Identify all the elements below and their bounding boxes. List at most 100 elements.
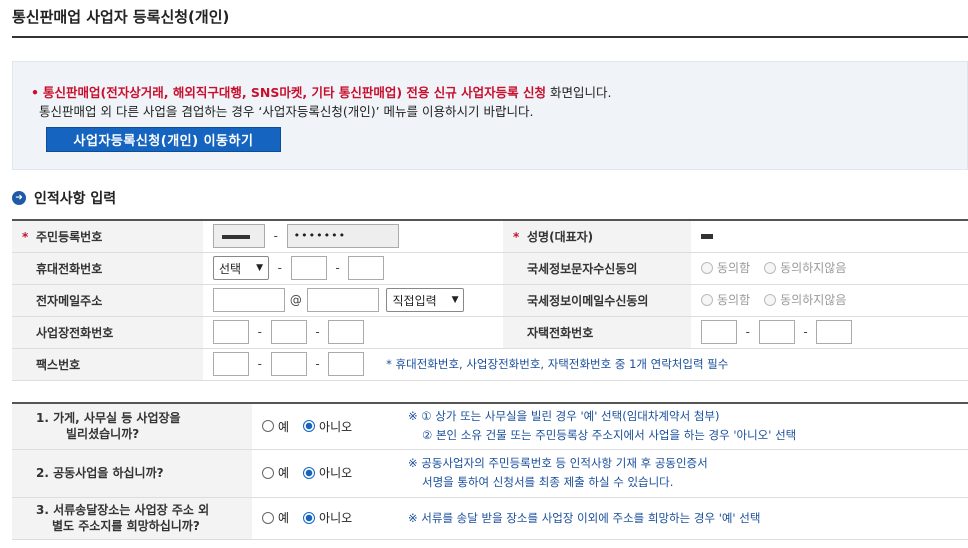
business-phone-label: 사업장전화번호: [12, 316, 203, 349]
business-phone-last-input[interactable]: [328, 320, 365, 344]
question-1-line-1: 1. 가게, 사무실 등 사업장을: [36, 411, 181, 426]
notice-line-1-rest: 화면입니다.: [545, 85, 612, 100]
dash: -: [745, 325, 750, 339]
sms-disagree-label: 동의하지않음: [780, 261, 847, 276]
name-label: 성명(대표자): [503, 220, 691, 253]
business-phone-middle-input[interactable]: [270, 320, 307, 344]
question-3-line-1: 3. 서류송달장소는 사업장 주소 외: [36, 503, 210, 517]
fax-last-input[interactable]: [328, 352, 365, 376]
question-1-radios: 예 아니오: [262, 418, 366, 435]
sms-disagree-radio[interactable]: [764, 261, 777, 274]
mobile-prefix-select[interactable]: 선택 ▼: [213, 256, 269, 280]
chevron-down-icon: ▼: [256, 263, 263, 273]
question-3-no-radio[interactable]: [303, 511, 316, 524]
business-questions: 1. 가게, 사무실 등 사업장을 빌리셨습니까? 예 아니오 ※ ① 상가 또…: [12, 402, 968, 540]
question-2-yes-label: 예: [278, 466, 290, 481]
question-2-yes-radio[interactable]: [262, 466, 274, 479]
question-2-no-label: 아니오: [319, 466, 353, 481]
notice-highlight: 통신판매업(전자상거래, 해외직구대행, SNS마켓, 기타 통신판매업) 전용…: [43, 85, 546, 100]
mobile-last-input[interactable]: [348, 256, 385, 280]
question-2-note-line-1: ※ 공동사업자의 주민등록번호 등 인적사항 기재 후 공동인증서: [408, 456, 708, 470]
form-row-mobile: 휴대전화번호 선택 ▼ - - 국세정보문자수신동의 동의함 동의하지않음: [12, 252, 968, 285]
email-id-input[interactable]: [213, 288, 285, 312]
question-1-note-line-2: ② 본인 소유 건물 또는 주민등록상 주소지에서 사업을 하는 경우 '아니오…: [422, 428, 797, 443]
nts-email-consent-label: 국세정보이메일수신동의: [503, 284, 691, 317]
notice-line-1: • 통신판매업(전자상거래, 해외직구대행, SNS마켓, 기타 통신판매업) 전…: [31, 82, 611, 101]
question-1-no-label: 아니오: [319, 419, 353, 434]
rrn-front-input[interactable]: [213, 224, 265, 249]
form-row-fax: 팩스번호 - - * 휴대전화번호, 사업장전화번호, 자택전화번호 중 1개 …: [12, 348, 968, 381]
dash: -: [257, 325, 262, 339]
email-disagree-label: 동의하지않음: [780, 293, 847, 308]
home-phone-last-input[interactable]: [816, 320, 853, 344]
email-at-sign: @: [289, 293, 302, 307]
question-row: 3. 서류송달장소는 사업장 주소 외 별도 주소지를 희망하십니까? 예 아니…: [12, 497, 968, 540]
rrn-back-input[interactable]: •••••••: [286, 224, 399, 249]
question-1-yes-radio[interactable]: [262, 420, 274, 432]
mobile-label: 휴대전화번호: [12, 252, 203, 285]
email-agree-label: 동의함: [717, 293, 751, 308]
go-to-individual-registration-button[interactable]: 사업자등록신청(개인) 이동하기: [46, 127, 281, 152]
question-3-yes-label: 예: [278, 511, 290, 526]
question-1-no-radio[interactable]: [303, 420, 316, 432]
question-1-line-2: 빌리셨습니까?: [66, 427, 140, 442]
dash: -: [257, 357, 262, 371]
section-header: ➜ 인적사항 입력: [12, 188, 116, 208]
question-2-no-radio[interactable]: [303, 466, 316, 479]
title-divider: [12, 36, 968, 38]
email-domain-select[interactable]: 직접입력 ▼: [386, 288, 465, 312]
dash: -: [315, 325, 320, 339]
question-1-note-line-1: ※ ① 상가 또는 사무실을 빌린 경우 '예' 선택(임대차계약서 첨부): [408, 409, 720, 424]
form-row-rrn: 주민등록번호 - ••••••• 성명(대표자): [12, 220, 968, 253]
dash: -: [803, 325, 808, 339]
email-agree-radio[interactable]: [701, 293, 713, 306]
page-title: 통신판매업 사업자 등록신청(개인): [12, 8, 230, 26]
mobile-prefix-value: 선택: [219, 261, 242, 276]
email-domain-input[interactable]: [306, 288, 379, 312]
question-1-label: 1. 가게, 사무실 등 사업장을 빌리셨습니까?: [12, 403, 252, 450]
mobile-middle-input[interactable]: [290, 256, 327, 280]
fax-area-input[interactable]: [213, 352, 249, 376]
fax-middle-input[interactable]: [270, 352, 307, 376]
business-phone-area-input[interactable]: [213, 320, 249, 344]
form-row-email: 전자메일주소 @ 직접입력 ▼ 국세정보이메일수신동의 동의함 동의하지않음: [12, 284, 968, 317]
home-phone-middle-input[interactable]: [758, 320, 795, 344]
question-1-note: ※ ① 상가 또는 사무실을 빌린 경우 '예' 선택(임대차계약서 첨부) ②…: [400, 403, 968, 450]
redacted-mark: [222, 235, 250, 240]
home-phone-label: 자택전화번호: [503, 316, 691, 349]
question-3-note-line-1: ※ 서류를 송달 받을 장소를 사업장 이외에 주소를 희망하는 경우 '예' …: [408, 510, 761, 525]
email-disagree-radio[interactable]: [764, 293, 777, 306]
notice-line-2: 통신판매업 외 다른 사업을 겸업하는 경우 ‘사업자등록신청(개인)’ 메뉴를…: [39, 104, 534, 119]
email-domain-select-value: 직접입력: [392, 293, 437, 308]
arrow-circle-icon: ➜: [12, 191, 26, 205]
dash: -: [335, 261, 340, 275]
home-phone-area-input[interactable]: [701, 320, 737, 344]
question-3-yes-radio[interactable]: [262, 511, 274, 524]
dash: -: [277, 261, 282, 275]
notice-box: • 통신판매업(전자상거래, 해외직구대행, SNS마켓, 기타 통신판매업) 전…: [12, 61, 968, 170]
rrn-separator: -: [273, 229, 278, 244]
personal-info-form: 주민등록번호 - ••••••• 성명(대표자) 휴대전화번호 선택 ▼ - - …: [12, 219, 968, 381]
question-row: 2. 공동사업을 하십니까? 예 아니오 ※ 공동사업자의 주민등록번호 등 인…: [12, 449, 968, 498]
question-3-no-label: 아니오: [319, 511, 353, 526]
nts-sms-consent-label: 국세정보문자수신동의: [503, 252, 691, 285]
dash: -: [315, 357, 320, 371]
nts-email-consent-radios: 동의함 동의하지않음: [701, 291, 860, 308]
question-2-line-1: 2. 공동사업을 하십니까?: [36, 466, 164, 480]
name-value-redacted: [701, 234, 713, 240]
question-3-note: ※ 서류를 송달 받을 장소를 사업장 이외에 주소를 희망하는 경우 '예' …: [400, 497, 968, 540]
nts-sms-consent-radios: 동의함 동의하지않음: [701, 259, 860, 276]
question-1-yes-label: 예: [278, 419, 290, 434]
question-2-note-line-2: 서명을 통하여 신청서를 최종 제출 하실 수 있습니다.: [422, 475, 674, 489]
form-row-business-phone: 사업장전화번호 - - 자택전화번호 - -: [12, 316, 968, 349]
question-3-radios: 예 아니오: [262, 509, 366, 526]
fax-label: 팩스번호: [12, 348, 203, 381]
section-title: 인적사항 입력: [34, 191, 117, 207]
chevron-down-icon: ▼: [451, 295, 459, 305]
sms-agree-radio[interactable]: [701, 261, 713, 274]
rrn-label: 주민등록번호: [12, 220, 203, 253]
sms-agree-label: 동의함: [717, 261, 751, 276]
question-row: 1. 가게, 사무실 등 사업장을 빌리셨습니까? 예 아니오 ※ ① 상가 또…: [12, 403, 968, 450]
question-3-label: 3. 서류송달장소는 사업장 주소 외 별도 주소지를 희망하십니까?: [12, 497, 252, 540]
question-3-line-2: 별도 주소지를 희망하십니까?: [52, 519, 200, 533]
